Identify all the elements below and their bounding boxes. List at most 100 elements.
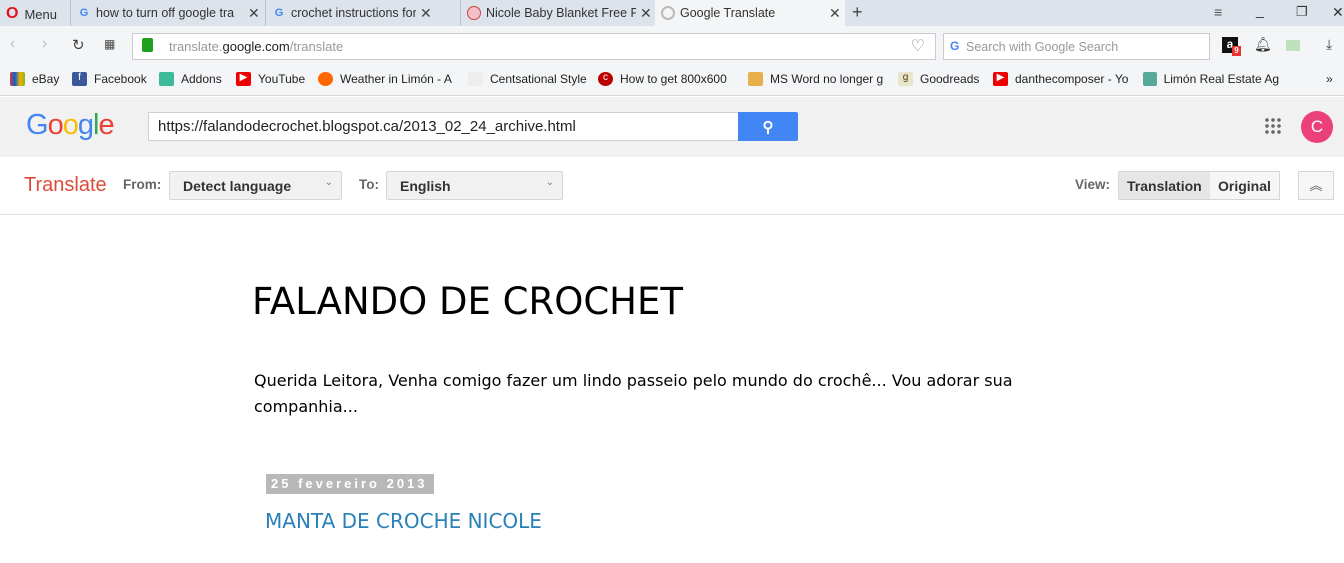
- bookmark-youtube[interactable]: ▶ YouTube: [236, 72, 305, 86]
- bookmark-label: Weather in Limón - A: [340, 72, 452, 86]
- bookmark-label: Limón Real Estate Ag: [1163, 72, 1279, 86]
- from-value: Detect language: [183, 178, 292, 194]
- google-icon: G: [274, 7, 284, 19]
- restore-button[interactable]: ❐: [1296, 4, 1308, 20]
- bookmark-label: How to get 800x600: [620, 72, 727, 86]
- youtube-icon: ▶: [236, 72, 251, 86]
- bookmark-ebay[interactable]: eBay: [10, 72, 59, 86]
- tab-bar: O Menu Ghow to turn off google tra ✕ Gcro…: [0, 0, 1344, 26]
- apps-grid-icon[interactable]: [1264, 117, 1281, 134]
- bookmark-label: eBay: [32, 72, 60, 86]
- from-language-select[interactable]: Detect language ⌄: [169, 171, 342, 200]
- youtube-icon: ▶: [993, 72, 1008, 86]
- tab-1[interactable]: Ghow to turn off google tra ✕: [70, 0, 265, 26]
- back-button[interactable]: ‹: [10, 35, 15, 53]
- lock-icon: [142, 38, 153, 52]
- bookmark-label: YouTube: [258, 72, 306, 86]
- translate-title: Translate: [24, 174, 107, 196]
- bookmark-danthecomposer[interactable]: ▶ danthecomposer - Yo: [993, 72, 1133, 86]
- tab-title: how to turn off google tra: [96, 6, 235, 20]
- bookmark-msword[interactable]: MS Word no longer g: [748, 72, 888, 86]
- close-icon[interactable]: ✕: [420, 5, 432, 22]
- blog-description: Querida Leitora, Venha comigo fazer um l…: [254, 371, 1013, 416]
- bookmark-facebook[interactable]: f Facebook: [72, 72, 147, 86]
- close-icon[interactable]: ✕: [829, 5, 841, 22]
- google-icon: G: [950, 39, 960, 53]
- tab-menu-icon[interactable]: ≡: [1214, 4, 1222, 20]
- site-icon: [748, 72, 763, 86]
- loading-icon: [661, 6, 675, 20]
- chevron-down-icon: ⌄: [545, 177, 554, 188]
- house-icon: [1143, 72, 1157, 86]
- close-icon[interactable]: ✕: [248, 5, 260, 22]
- post-date: 25 fevereiro 2013: [266, 474, 434, 494]
- amazon-badge: 9: [1232, 46, 1241, 56]
- view-translation-button[interactable]: Translation: [1118, 171, 1211, 200]
- translate-toolbar: Translate From: Detect language ⌄ To: Eng…: [0, 157, 1344, 215]
- extension-icon[interactable]: [1286, 40, 1300, 51]
- opera-icon: O: [6, 5, 19, 22]
- bookmark-label: MS Word no longer g: [770, 72, 884, 86]
- bookmark-goodreads[interactable]: g Goodreads: [898, 72, 979, 86]
- bookmark-label: Addons: [181, 72, 222, 86]
- blog-title[interactable]: FALANDO DE CROCHET: [252, 280, 683, 323]
- google-logo[interactable]: Google: [26, 109, 115, 142]
- view-original-button[interactable]: Original: [1210, 171, 1280, 200]
- bookmark-label: danthecomposer - Yo: [1015, 72, 1129, 86]
- bell-icon[interactable]: 🔔︎: [1254, 36, 1272, 53]
- to-language-select[interactable]: English ⌄: [386, 171, 563, 200]
- bookmark-label: Centsational Style: [490, 72, 587, 86]
- sun-icon: [318, 72, 333, 86]
- bookmark-label: Goodreads: [920, 72, 980, 86]
- translate-url-button[interactable]: ⚲: [738, 112, 798, 141]
- url-field[interactable]: translate.google.com/translate ♡: [132, 33, 936, 60]
- site-icon: [468, 72, 483, 86]
- search-input[interactable]: G Search with Google Search: [943, 33, 1210, 60]
- ebay-icon: [10, 72, 25, 86]
- amazon-icon[interactable]: a9: [1222, 37, 1241, 56]
- post-title-link[interactable]: MANTA DE CROCHE NICOLE: [265, 509, 542, 533]
- bookmark-limon-real-estate[interactable]: Limón Real Estate Ag: [1143, 72, 1279, 86]
- url-host: google.com: [222, 39, 290, 54]
- url-translate-input[interactable]: https://falandodecrochet.blogspot.ca/201…: [148, 112, 740, 141]
- address-bar-row: ‹ › ↻ ▦ translate.google.com/translate ♡…: [0, 26, 1344, 66]
- new-tab-button[interactable]: +: [852, 2, 863, 23]
- menu-label: Menu: [24, 6, 57, 22]
- to-label: To:: [359, 177, 379, 192]
- collapse-icon[interactable]: ︽: [1298, 171, 1334, 200]
- facebook-icon: f: [72, 72, 87, 86]
- url-path: /translate: [289, 39, 344, 54]
- speed-dial-icon[interactable]: ▦: [104, 37, 115, 51]
- heart-icon[interactable]: ♡: [911, 36, 925, 56]
- avatar[interactable]: C: [1301, 111, 1333, 143]
- puzzle-icon: [159, 72, 174, 86]
- tab-2[interactable]: Gcrochet instructions for nic ✕: [265, 0, 460, 26]
- bookmarks-bar: eBay f Facebook Addons ▶ YouTube Weather i…: [0, 66, 1344, 96]
- minimize-button[interactable]: _: [1256, 2, 1264, 18]
- close-icon[interactable]: ✕: [640, 5, 652, 22]
- more-bookmarks-button[interactable]: »: [1326, 72, 1333, 86]
- search-icon: ⚲: [762, 118, 774, 136]
- tab-3[interactable]: Nicole Baby Blanket Free P ✕: [460, 0, 655, 26]
- tab-active[interactable]: Google Translate ✕: [655, 0, 845, 26]
- site-icon: [467, 6, 481, 20]
- chevron-down-icon: ⌄: [324, 177, 333, 188]
- close-window-button[interactable]: ✕: [1332, 4, 1344, 21]
- bookmark-addons[interactable]: Addons: [159, 72, 222, 86]
- view-label: View:: [1075, 177, 1111, 192]
- opera-menu-button[interactable]: O Menu: [6, 5, 57, 23]
- site-icon: c: [598, 72, 613, 86]
- google-icon: G: [79, 7, 89, 19]
- tab-title: crochet instructions for nic: [291, 6, 416, 20]
- bookmark-how-to[interactable]: c How to get 800x600: [598, 72, 738, 86]
- google-header: Google https://falandodecrochet.blogspot…: [0, 97, 1344, 157]
- bookmark-label: Facebook: [94, 72, 147, 86]
- download-icon[interactable]: ⤓: [1326, 36, 1332, 53]
- from-label: From:: [123, 177, 162, 192]
- forward-button[interactable]: ›: [42, 35, 47, 53]
- tab-title: Nicole Baby Blanket Free P: [486, 6, 636, 20]
- search-placeholder: Search with Google Search: [966, 40, 1119, 54]
- bookmark-weather[interactable]: Weather in Limón - A: [318, 72, 458, 86]
- bookmark-centsational[interactable]: Centsational Style: [468, 72, 587, 86]
- reload-button[interactable]: ↻: [72, 36, 85, 54]
